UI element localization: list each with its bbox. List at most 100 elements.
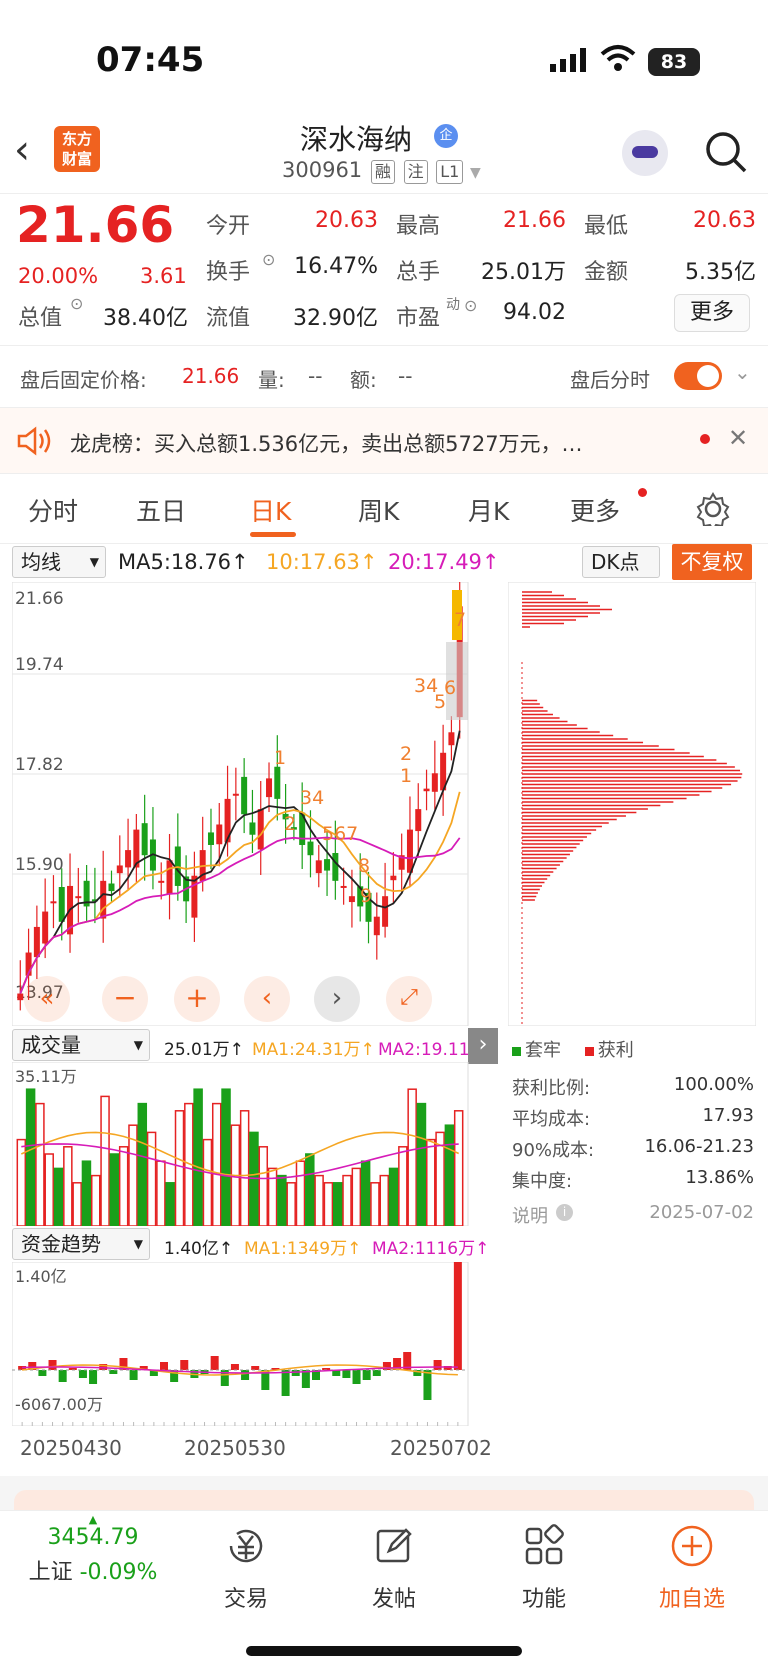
dragon-tiger-banner[interactable]: 龙虎榜：买入总额1.536亿元，卖出总额5727万元，… ✕ [0, 408, 768, 474]
fund-bar [38, 1370, 47, 1376]
candle-body [382, 896, 389, 927]
dragon-tiger-text: 龙虎榜：买入总额1.536亿元，卖出总额5727万元，… [70, 432, 583, 456]
signal-mark-label: 2 [284, 813, 296, 835]
clock: 07:45 [96, 40, 205, 80]
fund-bar [251, 1366, 260, 1370]
nav-trade[interactable]: 交易 [196, 1523, 296, 1613]
zoom-out-icon[interactable]: − [102, 976, 148, 1022]
index-value: 3454.79 [47, 1525, 139, 1550]
signal-icon [550, 48, 586, 72]
info-icon[interactable]: ⊙ [70, 294, 83, 313]
info-icon[interactable]: i [556, 1204, 573, 1221]
tab-more[interactable]: 更多 [570, 492, 620, 528]
zoom-in-icon[interactable]: + [174, 976, 220, 1022]
volume-bar [426, 1138, 436, 1226]
fund-indicator-select[interactable]: 资金趋势 ▼ [12, 1228, 150, 1260]
tab-weekly-k[interactable]: 周K [358, 492, 399, 528]
signal-mark-label: 1 [400, 765, 412, 787]
volume-value: 25.01万↑ [164, 1040, 244, 1060]
volume-bar [407, 1088, 417, 1226]
volume-bar [370, 1182, 380, 1226]
price-tick-label: 15.90 [15, 855, 64, 875]
fund-bar [291, 1370, 300, 1376]
dk-point-select[interactable]: DK点 [582, 546, 660, 578]
signal-mark-label: 8 [358, 855, 370, 877]
app-logo: 东方 财富 [54, 126, 100, 172]
fund-bar [362, 1370, 371, 1380]
close-icon[interactable]: ✕ [728, 424, 748, 452]
value-total-cap: 38.40亿 [103, 306, 188, 331]
price-tick-label: 19.74 [15, 655, 64, 675]
value-amount: 5.35亿 [685, 260, 756, 285]
chip-distribution-chart [508, 582, 756, 1026]
nav-label: 发帖 [371, 1587, 416, 1612]
value-float-cap: 32.90亿 [293, 306, 378, 331]
index-name: 上证 [28, 1560, 73, 1585]
volume-indicator-select[interactable]: 成交量 ▼ [12, 1029, 150, 1061]
back-button[interactable]: ‹ [14, 130, 54, 176]
tab-daily-k[interactable]: 日K [250, 492, 291, 528]
volume-bar [137, 1102, 148, 1226]
fund-bar [241, 1370, 250, 1380]
volume-bar [342, 1174, 352, 1226]
volume-bar [267, 1167, 278, 1226]
candle-body [340, 885, 347, 888]
chip-stat-label: 平均成本: [512, 1109, 591, 1130]
candle-body [58, 887, 65, 922]
last-price: 21.66 [16, 196, 175, 254]
nav-post[interactable]: 发帖 [344, 1523, 444, 1613]
more-button[interactable]: 更多 [674, 294, 750, 332]
tab-monthly-k[interactable]: 月K [468, 492, 509, 528]
fund-top-label: 1.40亿 [15, 1267, 67, 1286]
volume-bar [323, 1182, 334, 1226]
fund-trend-chart: 1.40亿 -6067.00万 [12, 1262, 469, 1426]
chevron-down-icon[interactable]: ⌄ [734, 360, 751, 384]
assistant-robot-icon[interactable] [622, 130, 668, 176]
fund-bar [281, 1370, 290, 1396]
after-hours-vol: -- [308, 364, 323, 388]
volume-bar [156, 1160, 166, 1226]
kline-chart[interactable]: 21.6619.7417.8215.9013.97123456789123456… [12, 582, 498, 1026]
after-hours-bar: 盘后固定价格: 21.66 量: -- 额: -- 盘后分时 ⌄ [0, 346, 768, 408]
step-left-icon[interactable]: ‹ [244, 976, 290, 1022]
tab-intraday[interactable]: 分时 [28, 492, 78, 528]
fund-bar [342, 1370, 351, 1378]
settings-gear-icon[interactable] [696, 492, 730, 526]
info-icon[interactable]: ⊙ [262, 250, 275, 269]
value-volume: 25.01万 [481, 260, 566, 285]
search-icon[interactable] [704, 130, 748, 174]
nav-add-watchlist[interactable]: 加自选 [642, 1523, 742, 1613]
value-low: 20.63 [693, 208, 756, 233]
new-dot [638, 488, 647, 497]
price-tick-label: 17.82 [15, 755, 64, 775]
volume-bar [165, 1182, 175, 1226]
fund-bar [372, 1370, 381, 1376]
nav-label: 加自选 [658, 1587, 725, 1612]
fullscreen-icon[interactable]: ⤢ [386, 976, 432, 1022]
volume-bar [295, 1160, 306, 1226]
step-right-icon[interactable]: › [314, 976, 360, 1022]
expand-panel-icon[interactable]: › [468, 1028, 498, 1064]
ma-legend-bar: 均线 ▼ MA5:18.76↑ 10:17.63↑ 20:17.49↑ DK点 不… [0, 544, 768, 584]
app-header: ‹ 东方 财富 深水海纳 企 300961 融 注 L1 ▼ [0, 118, 768, 194]
candle-body [274, 766, 281, 799]
no-adjust-button[interactable]: 不复权 [672, 544, 752, 580]
chip-stat-label: 集中度: [512, 1171, 573, 1192]
tag-level1: L1 [436, 160, 464, 184]
chip-frame [508, 582, 756, 1026]
tab-five-day[interactable]: 五日 [136, 492, 186, 528]
stock-code-line[interactable]: 300961 融 注 L1 ▼ [282, 158, 481, 184]
candle-body [249, 822, 256, 835]
volume-bar [379, 1174, 389, 1226]
after-hours-toggle[interactable] [674, 362, 722, 390]
candle-body [116, 865, 123, 874]
nav-functions[interactable]: 功能 [494, 1523, 594, 1613]
index-widget[interactable]: ▲ 3454.79 上证 -0.09% [18, 1514, 168, 1586]
scroll-left-fast-icon[interactable]: « [24, 976, 70, 1022]
signal-mark-label: 567 [322, 823, 358, 845]
fund-bar [129, 1370, 138, 1380]
volume-bar [109, 1153, 120, 1226]
candle-body [191, 875, 198, 918]
indicator-select[interactable]: 均线 ▼ [12, 546, 106, 578]
chip-note-link[interactable]: 说明 [512, 1202, 548, 1228]
